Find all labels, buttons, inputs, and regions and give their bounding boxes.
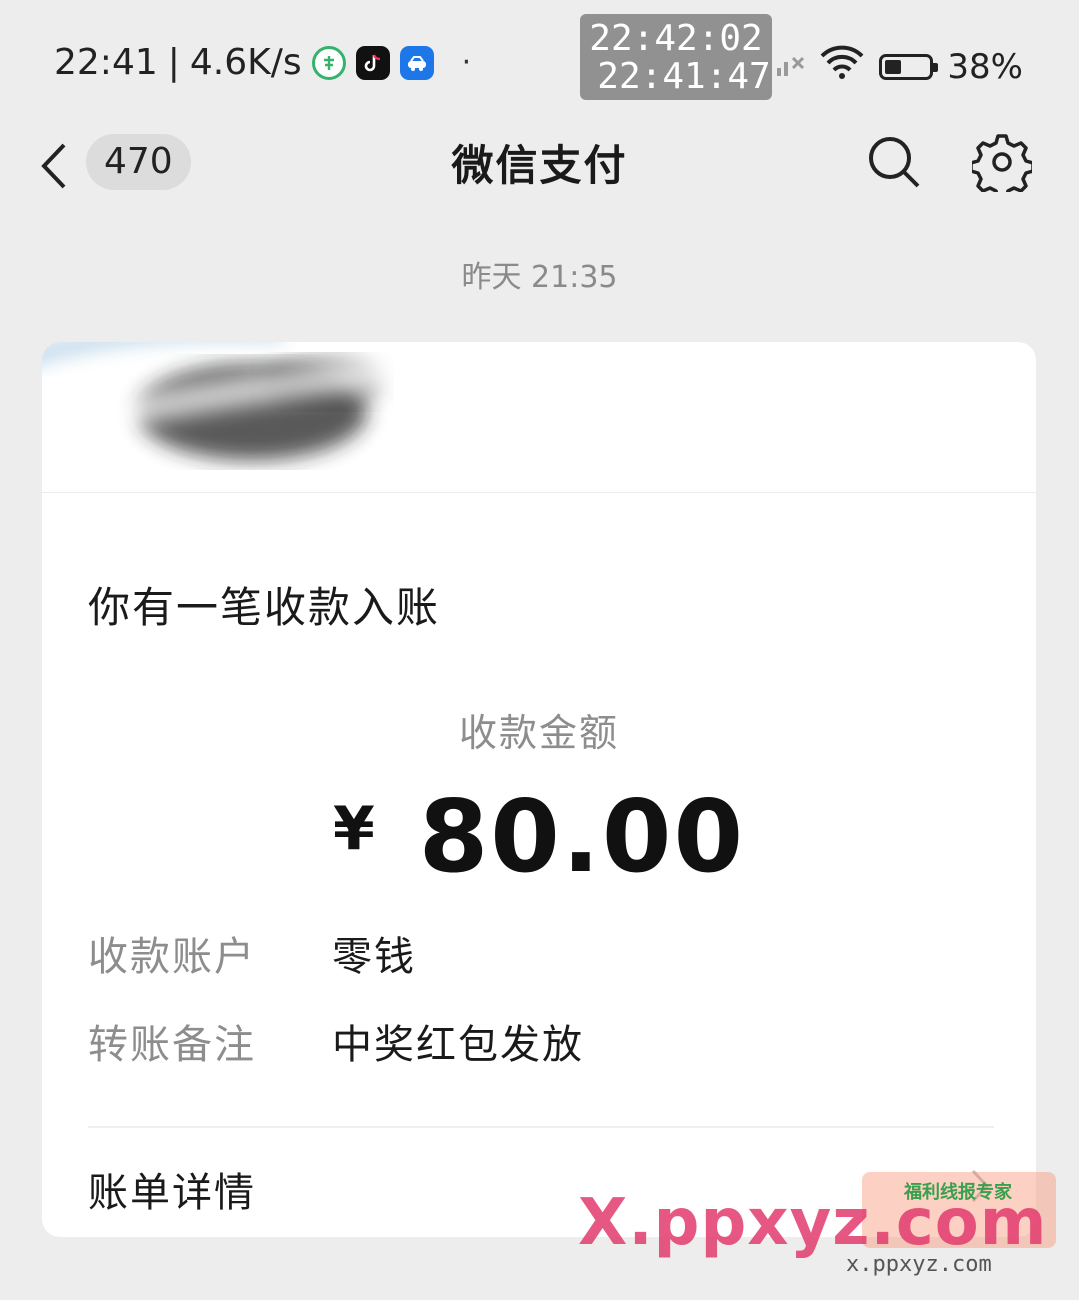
battery-level	[885, 59, 902, 74]
card-header	[42, 342, 1036, 493]
watermark-sub: x.ppxyz.com	[846, 1252, 992, 1277]
search-button[interactable]	[866, 134, 922, 190]
info-value: 零钱	[332, 934, 416, 980]
tiktok-icon	[355, 45, 390, 80]
battery-icon	[879, 53, 939, 80]
settings-button[interactable]	[969, 132, 1035, 200]
gear-icon	[969, 134, 1035, 200]
status-bar: 22:41 | 4.6K/s · 22:42:02 22:41:47 38%	[0, 0, 1079, 120]
info-row-account: 收款账户 零钱	[88, 924, 416, 982]
status-left: 22:41 | 4.6K/s ·	[54, 42, 471, 83]
info-key: 收款账户	[88, 934, 256, 980]
info-row-remark: 转账备注 中奖红包发放	[88, 1012, 584, 1070]
battery-percent: 38%	[947, 46, 1023, 87]
status-dot: ·	[461, 45, 472, 80]
amount-label: 收款金额	[458, 711, 619, 755]
network-speed: 4.6K/s	[189, 42, 302, 83]
nav-bar: 470 微信支付	[0, 110, 1079, 220]
info-value: 中奖红包发放	[332, 1022, 584, 1068]
watermark-main: X.ppxyz.com	[578, 1186, 1048, 1260]
status-right: 38%	[775, 44, 1023, 89]
overlay-time-top: 22:42:02	[589, 18, 763, 59]
clock-overlay: 22:42:02 22:41:47	[580, 14, 772, 100]
redaction-scribble	[42, 342, 542, 460]
info-key: 转账备注	[88, 1022, 256, 1068]
nongye-bank-icon	[311, 45, 346, 80]
status-time: 22:41	[54, 42, 158, 83]
message-timestamp: 昨天 21:35	[461, 260, 618, 295]
overlay-time-bottom: 22:41:47	[597, 56, 771, 97]
currency-symbol: ¥	[332, 794, 375, 864]
bill-details-label: 账单详情	[88, 1170, 256, 1216]
search-icon	[869, 137, 920, 188]
wifi-icon	[819, 44, 865, 89]
status-separator: |	[167, 42, 180, 83]
no-signal-icon	[775, 47, 805, 87]
car-home-icon	[399, 45, 434, 80]
card-heading: 你有一笔收款入账	[88, 583, 441, 632]
payment-card: 你有一笔收款入账 收款金额 ¥80.00 收款账户 零钱 转账备注 中奖红包发放 账…	[42, 342, 1036, 1237]
amount-value: 80.00	[418, 778, 746, 895]
amount-row: ¥80.00	[42, 778, 1036, 895]
